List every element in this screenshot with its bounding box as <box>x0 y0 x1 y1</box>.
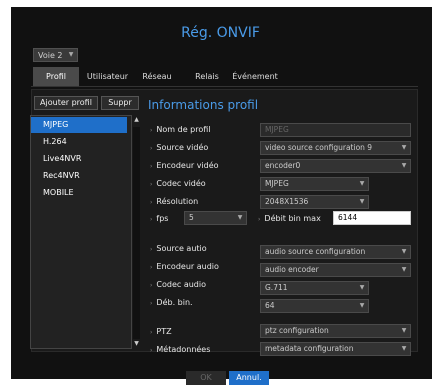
chevron-down-icon: ▼ <box>401 266 407 273</box>
ptz-select[interactable]: ptz configuration ▼ <box>260 324 411 338</box>
audio-codec-select[interactable]: G.711 ▼ <box>260 281 369 295</box>
tab-utilisateur[interactable]: Utilisateur <box>79 67 136 86</box>
resolution-label: › Résolution <box>150 197 199 206</box>
video-source-select[interactable]: video source configuration 9 ▼ <box>260 141 411 155</box>
delete-profile-button[interactable]: Suppr <box>101 96 139 110</box>
max-bitrate-input[interactable]: 6144 <box>333 211 411 225</box>
audio-encoder-select[interactable]: audio encoder ▼ <box>260 263 411 277</box>
scroll-down-icon[interactable]: ▼ <box>132 339 141 349</box>
video-codec-label: › Codec vidéo <box>150 179 206 188</box>
audio-source-select[interactable]: audio source configuration ▼ <box>260 245 411 259</box>
audio-encoder-label: › Encodeur audio <box>150 262 219 271</box>
chevron-down-icon: ▼ <box>359 302 365 309</box>
tab-relais[interactable]: Relais <box>185 67 229 86</box>
profile-name-label: › Nom de profil <box>150 125 211 134</box>
fps-select[interactable]: 5 ▼ <box>184 211 247 225</box>
scrollbar-thumb[interactable] <box>133 127 140 339</box>
video-encoder-label: › Encodeur vidéo <box>150 161 219 170</box>
chevron-down-icon: ▼ <box>359 198 365 205</box>
scroll-up-icon[interactable]: ▲ <box>132 115 141 125</box>
tab-profil[interactable]: Profil <box>33 67 79 86</box>
fps-label: › fps <box>150 214 169 223</box>
section-title: Informations profil <box>148 98 259 112</box>
chevron-down-icon: ▼ <box>68 51 74 58</box>
chevron-down-icon: ▼ <box>359 180 365 187</box>
metadata-select[interactable]: metadata configuration ▼ <box>260 342 411 356</box>
channel-select[interactable]: Voie 2 ▼ <box>33 48 78 62</box>
list-item[interactable]: Rec4NVR <box>31 168 127 184</box>
chevron-down-icon: ▼ <box>237 214 243 221</box>
resolution-select[interactable]: 2048X1536 ▼ <box>260 195 369 209</box>
list-item[interactable]: Live4NVR <box>31 151 127 167</box>
max-bitrate-label: › Débit bin max <box>258 214 321 223</box>
audio-source-label: › Source autio <box>150 244 207 253</box>
list-item[interactable]: MOBILE <box>31 185 127 201</box>
chevron-down-icon: ▼ <box>401 144 407 151</box>
profile-list: MJPEG H.264 Live4NVR Rec4NVR MOBILE <box>30 115 132 349</box>
video-encoder-select[interactable]: encoder0 ▼ <box>260 159 411 173</box>
dialog-title: Rég. ONVIF <box>181 25 260 41</box>
ptz-label: › PTZ <box>150 327 172 336</box>
video-source-label: › Source vidéo <box>150 143 209 152</box>
chevron-down-icon: ▼ <box>401 162 407 169</box>
list-item[interactable]: H.264 <box>31 134 127 150</box>
ok-button[interactable]: OK <box>186 371 226 385</box>
add-profile-button[interactable]: Ajouter profil <box>34 96 98 110</box>
audio-codec-label: › Codec audio <box>150 280 206 289</box>
cancel-button[interactable]: Annul. <box>229 371 269 385</box>
channel-select-value: Voie 2 <box>38 51 63 60</box>
tab-evenement[interactable]: Événement <box>229 67 281 86</box>
profile-name-field: MJPEG <box>260 123 411 137</box>
metadata-label: › Métadonnées <box>150 345 211 354</box>
profile-list-scrollbar[interactable]: ▲ ▼ <box>132 115 141 349</box>
chevron-down-icon: ▼ <box>359 284 365 291</box>
chevron-down-icon: ▼ <box>401 248 407 255</box>
audio-bitrate-select[interactable]: 64 ▼ <box>260 299 369 313</box>
video-codec-select[interactable]: MJPEG ▼ <box>260 177 369 191</box>
chevron-down-icon: ▼ <box>401 327 407 334</box>
chevron-down-icon: ▼ <box>401 345 407 352</box>
tab-divider <box>31 86 418 87</box>
audio-bitrate-label: › Déb. bin. <box>150 298 193 307</box>
tab-reseau[interactable]: Réseau <box>136 67 178 86</box>
list-item[interactable]: MJPEG <box>31 117 127 133</box>
